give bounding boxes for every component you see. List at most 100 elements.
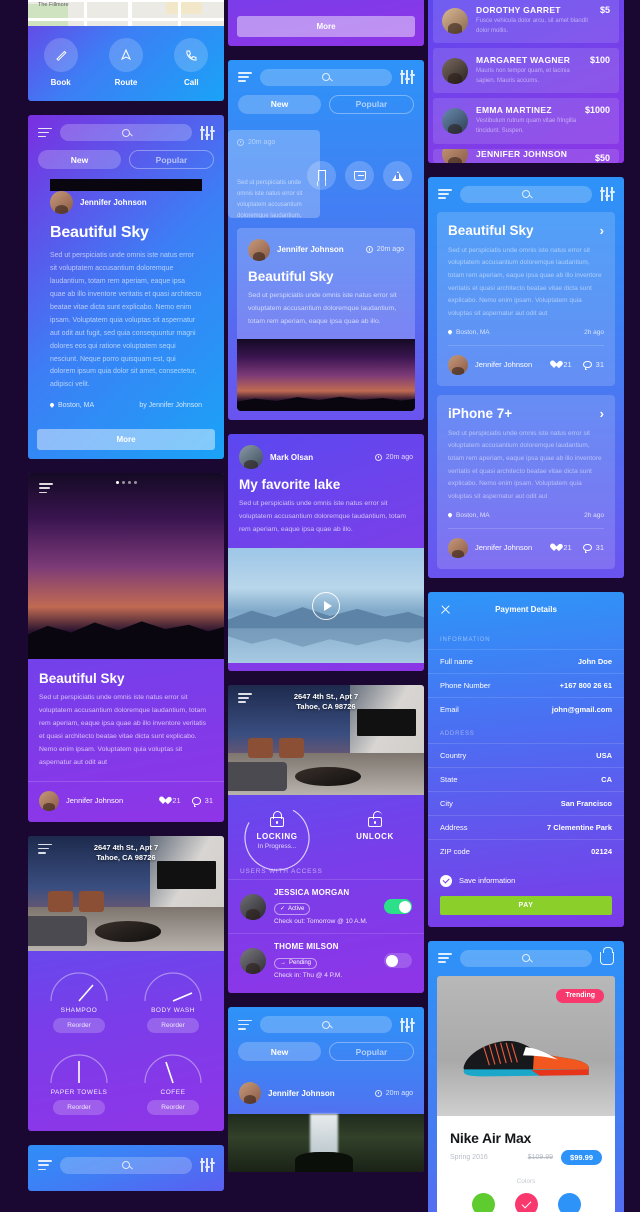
search-icon [322,1020,330,1029]
post-photo[interactable] [237,339,415,412]
hamburger-icon[interactable] [438,953,452,964]
tab-new[interactable]: New [38,150,121,169]
chevron-right-icon[interactable]: › [600,406,604,421]
donation-row[interactable]: EMMA MARTINEZ Vestibulum rutrum quam vit… [433,98,619,144]
route-action[interactable]: Route [93,38,158,87]
likes[interactable]: 21 [159,796,180,805]
hamburger-icon[interactable] [38,843,52,854]
book-action[interactable]: Book [28,38,93,87]
gauge-label: PAPER TOWELS [50,1088,108,1096]
field-city[interactable]: City San Francisco [428,790,624,815]
more-button[interactable]: More [237,15,415,37]
likes[interactable]: 21 [550,360,571,369]
tab-popular[interactable]: Popular [329,94,414,114]
comments[interactable]: 31 [582,543,604,553]
hamburger-icon[interactable] [238,693,252,703]
map-image[interactable]: Geary Blvd The Fillmore [28,0,224,26]
donation-row[interactable]: MARGARET WAGNER Mauris non tempor quam, … [433,48,619,94]
save-information-checkbox[interactable]: Save information [428,863,624,896]
warning-icon[interactable] [383,161,412,191]
sliders-icon[interactable] [399,1017,415,1032]
field-address[interactable]: Address 7 Clementine Park [428,814,624,839]
article-card: New Popular Jennifer Johnson Beautiful S… [28,115,224,460]
tab-popular[interactable]: Popular [129,150,214,169]
swiped-post-preview[interactable]: 20m ago Sed ut perspiciatis unde omnis i… [228,129,320,218]
comments[interactable]: 31 [582,360,604,370]
unlock-button[interactable]: UNLOCK [326,811,424,850]
pay-button[interactable]: PAY [440,895,612,915]
access-toggle[interactable] [384,953,412,969]
archive-icon[interactable] [345,161,374,191]
locking-button[interactable]: LOCKING In Progress... [228,805,326,871]
apartment-photo[interactable]: 2647 4th St., Apt 7 Tahoe, CA 98726 [28,835,224,951]
comments[interactable]: 31 [191,796,213,806]
post-stats: Jennifer Johnson 21 31 [28,780,224,822]
sliders-icon[interactable] [599,187,615,202]
price-row: Spring 2016 $109.99 $99.99 [450,1149,602,1165]
hamburger-icon[interactable] [238,72,252,83]
field-email[interactable]: Email john@gmail.com [428,696,624,721]
apartment-photo[interactable]: 2647 4th St., Apt 7 Tahoe, CA 98726 [228,685,424,796]
search-input[interactable] [260,68,392,86]
reorder-button[interactable]: Reorder [147,1017,199,1033]
likes[interactable]: 21 [550,543,571,552]
avatar [240,947,266,974]
carousel-dots[interactable] [28,481,224,485]
product-image[interactable]: Trending [437,975,615,1116]
color-swatch-green[interactable] [471,1192,495,1212]
article-meta: Boston, MA by Jennifer Johnson [49,392,202,420]
post-header: Mark Olsan 20m ago [228,434,424,470]
more-button[interactable]: More [37,429,215,451]
basket-icon[interactable] [600,946,614,965]
field-country[interactable]: Country USA [428,742,624,767]
tab-new[interactable]: New [238,1042,321,1062]
search-input[interactable] [260,1016,392,1034]
user-row[interactable]: JESSICA MORGAN ✓ Active Check out: Tomor… [228,879,424,933]
tab-new[interactable]: New [238,94,321,114]
hamburger-icon[interactable] [38,127,52,138]
avatar [442,107,468,134]
user-row[interactable]: THOME MILSON → Pending Check in: Thu @ 4… [228,933,424,987]
sliders-icon[interactable] [399,70,415,85]
item-title: iPhone 7+ [448,405,513,421]
search-input[interactable] [60,124,192,141]
list-item[interactable]: Beautiful Sky › Sed ut perspiciatis unde… [437,211,615,386]
hamburger-icon[interactable] [39,483,53,494]
waterfall-photo[interactable] [228,1114,424,1173]
hamburger-icon[interactable] [38,1160,52,1171]
hamburger-icon[interactable] [238,1019,252,1030]
tab-popular[interactable]: Popular [329,1042,414,1062]
field-phone-number[interactable]: Phone Number +167 800 26 61 [428,672,624,697]
reorder-button[interactable]: Reorder [147,1099,199,1115]
chevron-right-icon[interactable]: › [600,223,604,238]
field-full-name[interactable]: Full name John Doe [428,648,624,673]
color-swatches [450,1192,602,1212]
search-input[interactable] [460,185,592,203]
sky-photo[interactable] [28,473,224,660]
donation-row[interactable]: DOROTHY GARRET Fusce vehicula dolor arcu… [433,0,619,44]
item-stats: Jennifer Johnson 21 31 [448,527,604,558]
call-action[interactable]: Call [159,38,224,87]
color-swatch-blue[interactable] [557,1192,581,1212]
section-information: INFORMATION [440,636,491,643]
search-input[interactable] [460,949,592,967]
reorder-button[interactable]: Reorder [53,1099,105,1115]
reorder-button[interactable]: Reorder [53,1017,105,1033]
sliders-icon[interactable] [199,1158,215,1173]
color-swatch-red[interactable] [514,1192,538,1212]
donation-row[interactable]: JENNIFER JOHNSON $50 [433,148,619,163]
post-time: 20m ago [374,1089,413,1097]
heart-icon [550,544,559,552]
play-icon[interactable] [312,591,340,620]
list-item[interactable]: iPhone 7+ › Sed ut perspiciatis unde omn… [437,394,615,569]
hamburger-icon[interactable] [438,189,452,199]
call-label: Call [183,78,199,87]
field-state[interactable]: State CA [428,766,624,791]
sliders-icon[interactable] [199,125,215,140]
lake-video[interactable] [228,548,424,664]
field-zip-code[interactable]: ZIP code 02124 [428,838,624,863]
search-input[interactable] [60,1156,192,1174]
lock-open-icon [368,811,382,828]
access-toggle[interactable] [384,899,412,915]
address-line-1: 2647 4th St., Apt 7 [293,692,359,702]
